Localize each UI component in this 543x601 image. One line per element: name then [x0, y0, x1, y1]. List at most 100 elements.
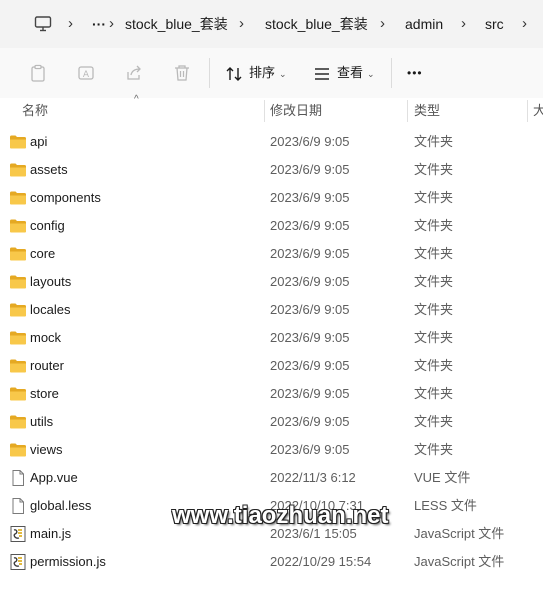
computer-icon[interactable]	[34, 15, 52, 33]
file-modified-date: 2023/6/9 9:05	[270, 274, 350, 289]
file-type: 文件夹	[414, 302, 454, 317]
file-row[interactable]: core 2023/6/9 9:05 文件夹	[0, 240, 543, 268]
column-divider[interactable]	[527, 100, 528, 122]
view-label: 查看	[337, 65, 364, 80]
column-header-size[interactable]: 大	[533, 98, 543, 124]
svg-text:A: A	[83, 70, 90, 80]
chevron-right-icon: ›	[461, 15, 466, 32]
file-name: core	[30, 246, 56, 261]
file-row[interactable]: layouts 2023/6/9 9:05 文件夹	[0, 268, 543, 296]
more-options-button[interactable]: •••	[407, 48, 423, 98]
view-button[interactable]: 查看 ⌄	[313, 48, 375, 98]
breadcrumb-more-button[interactable]: ···	[92, 0, 106, 48]
chevron-right-icon: ›	[239, 15, 244, 32]
file-modified-date: 2023/6/9 9:05	[270, 358, 350, 373]
file-type: LESS 文件	[414, 498, 477, 513]
chevron-right-icon: ›	[522, 15, 527, 32]
sort-icon	[226, 66, 242, 81]
file-name: utils	[30, 414, 54, 429]
column-divider[interactable]	[407, 100, 408, 122]
file-row[interactable]: permission.js 2022/10/29 15:54 JavaScript …	[0, 548, 543, 576]
file-type: VUE 文件	[414, 470, 471, 485]
file-modified-date: 2023/6/9 9:05	[270, 386, 350, 401]
chevron-right-icon: ›	[109, 15, 114, 32]
file-name: components	[30, 190, 101, 205]
folder-icon	[10, 303, 26, 317]
folder-icon	[10, 135, 26, 149]
file-modified-date: 2022/10/29 15:54	[270, 554, 372, 569]
file-type: 文件夹	[414, 162, 454, 177]
folder-icon	[10, 219, 26, 233]
chevron-right-icon: ›	[380, 15, 385, 32]
file-row[interactable]: App.vue 2022/11/3 6:12 VUE 文件	[0, 464, 543, 492]
file-row[interactable]: mock 2023/6/9 9:05 文件夹	[0, 324, 543, 352]
paste-icon[interactable]	[28, 63, 48, 83]
file-row[interactable]: components 2023/6/9 9:05 文件夹	[0, 184, 543, 212]
file-type: 文件夹	[414, 442, 454, 457]
file-modified-date: 2023/6/9 9:05	[270, 134, 350, 149]
file-type: 文件夹	[414, 190, 454, 205]
view-list-icon	[315, 67, 329, 80]
file-type: 文件夹	[414, 330, 454, 345]
file-name: locales	[30, 302, 71, 317]
file-row[interactable]: utils 2023/6/9 9:05 文件夹	[0, 408, 543, 436]
file-name: main.js	[30, 526, 72, 541]
breadcrumb-item[interactable]: admin	[405, 0, 443, 48]
folder-icon	[10, 443, 26, 457]
script-file-icon	[10, 554, 26, 570]
file-icon	[12, 498, 24, 514]
folder-icon	[10, 163, 26, 177]
file-modified-date: 2023/6/9 9:05	[270, 246, 350, 261]
file-row[interactable]: config 2023/6/9 9:05 文件夹	[0, 212, 543, 240]
delete-icon[interactable]	[172, 63, 192, 83]
rename-icon[interactable]: A	[76, 63, 96, 83]
file-modified-date: 2022/11/3 6:12	[270, 470, 356, 485]
file-modified-date: 2023/6/9 9:05	[270, 414, 350, 429]
chevron-down-icon: ⌄	[279, 69, 287, 79]
sort-label: 排序	[249, 65, 276, 80]
watermark-text: www.tiaozhuan.net	[172, 502, 389, 529]
chevron-right-icon: ›	[68, 15, 73, 32]
folder-icon	[10, 331, 26, 345]
column-header-name[interactable]: 名称	[22, 98, 262, 124]
file-name: mock	[30, 330, 62, 345]
file-type: 文件夹	[414, 386, 454, 401]
file-modified-date: 2023/6/9 9:05	[270, 302, 350, 317]
toolbar-divider	[391, 58, 392, 88]
file-row[interactable]: views 2023/6/9 9:05 文件夹	[0, 436, 543, 464]
file-type: 文件夹	[414, 358, 454, 373]
file-name: permission.js	[30, 554, 106, 569]
file-type: JavaScript 文件	[414, 526, 505, 541]
file-name: global.less	[30, 498, 92, 513]
folder-icon	[10, 359, 26, 373]
column-header-date[interactable]: 修改日期	[270, 98, 400, 124]
folder-icon	[10, 191, 26, 205]
file-type: 文件夹	[414, 218, 454, 233]
file-type: 文件夹	[414, 274, 454, 289]
breadcrumb-item[interactable]: src	[485, 0, 504, 48]
file-row[interactable]: router 2023/6/9 9:05 文件夹	[0, 352, 543, 380]
file-name: config	[30, 218, 65, 233]
file-modified-date: 2023/6/9 9:05	[270, 162, 350, 177]
address-bar: › ··· › stock_blue_套装 › stock_blue_套装 › …	[0, 0, 543, 48]
sort-button[interactable]: 排序 ⌄	[225, 48, 287, 98]
share-icon[interactable]	[124, 63, 144, 83]
file-type: 文件夹	[414, 134, 454, 149]
file-name: store	[30, 386, 59, 401]
file-row[interactable]: api 2023/6/9 9:05 文件夹	[0, 128, 543, 156]
column-divider[interactable]	[264, 100, 265, 122]
breadcrumb-item[interactable]: stock_blue_套装	[265, 0, 368, 48]
file-name: assets	[30, 162, 68, 177]
chevron-down-icon: ⌄	[367, 69, 375, 79]
file-type: JavaScript 文件	[414, 554, 505, 569]
breadcrumb-item[interactable]: stock_blue_套装	[125, 0, 228, 48]
column-header-type[interactable]: 类型	[414, 98, 524, 124]
file-row[interactable]: store 2023/6/9 9:05 文件夹	[0, 380, 543, 408]
column-header-row: ^ 名称 修改日期 类型 大	[0, 94, 543, 124]
folder-icon	[10, 275, 26, 289]
file-name: App.vue	[30, 470, 78, 485]
file-name: views	[30, 442, 63, 457]
file-row[interactable]: assets 2023/6/9 9:05 文件夹	[0, 156, 543, 184]
file-modified-date: 2023/6/9 9:05	[270, 330, 350, 345]
file-row[interactable]: locales 2023/6/9 9:05 文件夹	[0, 296, 543, 324]
